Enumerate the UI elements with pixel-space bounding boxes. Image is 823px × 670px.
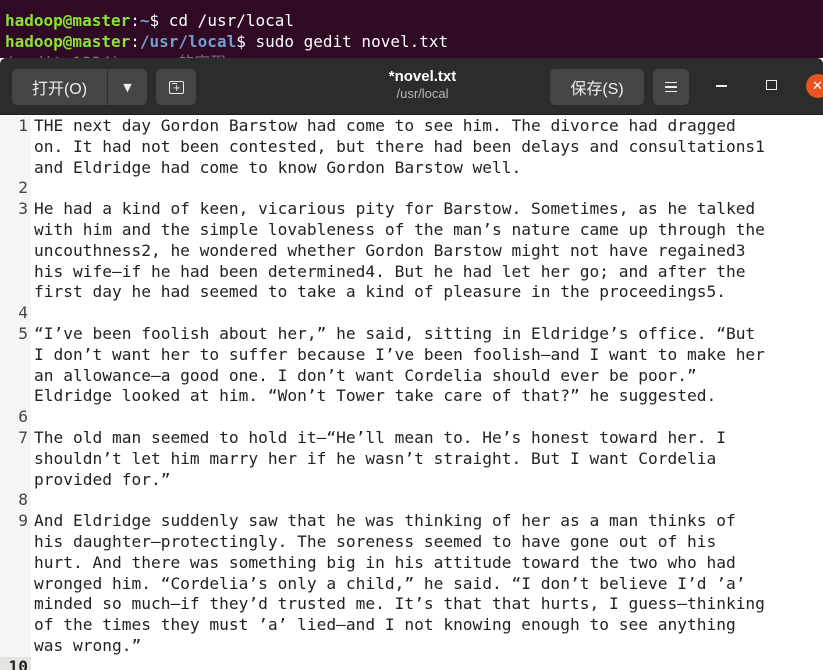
new-tab-button[interactable]: + [156, 69, 196, 105]
terminal-command: $ sudo gedit novel.txt [236, 32, 449, 51]
document-path: /usr/local [396, 86, 449, 101]
line-text-segment: and Eldridge had come to know Gordon Bar… [34, 157, 522, 177]
save-button[interactable]: 保存(S) [550, 69, 644, 105]
line-text-segment: first day he had seemed to take a kind o… [34, 282, 726, 302]
editor-line[interactable]: 10 [0, 656, 823, 670]
open-button-group: 打开(O) ▼ [12, 69, 147, 105]
terminal-line: hadoop@master:~$ cd /usr/local [5, 10, 823, 31]
open-recent-dropdown[interactable]: ▼ [108, 69, 147, 105]
line-text-segment: “I’ve been foolish about her,” he said, … [34, 323, 756, 343]
line-text-segment: of the times they must ’a’ lied—and I no… [34, 615, 736, 635]
headerbar: 打开(O) ▼ + *novel.txt /usr/local 保存(S) ✕ [0, 58, 823, 115]
open-button[interactable]: 打开(O) [12, 69, 108, 105]
close-icon: ✕ [812, 78, 823, 94]
terminal-user: hadoop@master [5, 32, 131, 51]
terminal-path: ~ [139, 11, 150, 30]
line-text-segment: I don’t want her to suffer because I’ve … [34, 344, 765, 364]
line-text-segment: And Eldridge suddenly saw that he was th… [34, 511, 736, 531]
line-text[interactable] [31, 657, 823, 670]
line-text-segment: THE next day Gordon Barstow had come to … [34, 116, 736, 135]
line-text-segment [34, 303, 823, 324]
editor-line[interactable]: 4 [0, 303, 823, 324]
editor-line[interactable]: 2 [0, 178, 823, 199]
line-text-segment: his daughter—protectingly. The soreness … [34, 531, 717, 551]
editor-line[interactable]: 5 “I’ve been foolish about her,” he said,… [0, 324, 823, 407]
line-number: 6 [18, 407, 28, 427]
line-text[interactable]: And Eldridge suddenly saw that he was th… [31, 511, 823, 657]
line-text-segment: uncouthness2, he wondered whether Gordon… [34, 240, 746, 260]
minimize-icon[interactable] [716, 85, 727, 87]
line-text-segment: his wife—if he had been determined4. But… [34, 261, 746, 281]
editor-line[interactable]: 6 [0, 407, 823, 428]
editor-line[interactable]: 1 THE next day Gordon Barstow had come to… [0, 116, 823, 178]
terminal-command: $ cd /usr/local [149, 11, 295, 30]
line-text-segment: Eldridge looked at him. “Won’t Tower tak… [34, 386, 717, 406]
line-text[interactable]: He had a kind of keen, vicarious pity fo… [31, 199, 823, 303]
terminal-sep: : [130, 32, 140, 51]
terminal-background: hadoop@master:~$ cd /usr/local hadoop@ma… [0, 0, 823, 62]
terminal-user: hadoop@master [5, 11, 131, 30]
line-text-segment: minded so much—if they’d trusted me. It’… [34, 594, 765, 614]
line-text-segment [34, 407, 823, 428]
line-number: 2 [18, 178, 28, 198]
line-number: 8 [18, 490, 28, 510]
main-menu-button[interactable] [653, 69, 689, 105]
line-number: 1 [18, 116, 28, 135]
line-text[interactable] [31, 178, 823, 199]
line-text-segment: wronged him. “Cordelia’s only a child,” … [34, 573, 746, 593]
text-editor[interactable]: 1 THE next day Gordon Barstow had come to… [0, 116, 823, 670]
line-text-segment: He had a kind of keen, vicarious pity fo… [34, 199, 756, 219]
line-text-segment: provided for.” [34, 469, 171, 489]
line-text-segment: with him and the simple lovableness of t… [34, 219, 765, 239]
line-text-segment [34, 657, 823, 670]
terminal-line: hadoop@master:/usr/local$ sudo gedit nov… [5, 31, 823, 52]
line-number: 5 [18, 323, 28, 343]
editor-line[interactable]: 8 [0, 490, 823, 511]
terminal-sep: : [130, 11, 140, 30]
chevron-down-icon: ▼ [123, 80, 132, 94]
editor-line[interactable]: 9 And Eldridge suddenly saw that he was t… [0, 511, 823, 657]
maximize-icon[interactable] [766, 80, 777, 90]
line-number: 10 [0, 656, 31, 670]
line-number: 3 [18, 199, 28, 219]
line-text[interactable]: The old man seemed to hold it—“He’ll mea… [31, 428, 823, 490]
line-text-segment: an allowance—a good one. I don’t want Co… [34, 365, 697, 385]
line-text-segment [34, 178, 823, 199]
line-text[interactable]: THE next day Gordon Barstow had come to … [31, 116, 823, 178]
line-number: 7 [18, 427, 28, 447]
line-text-segment: was wrong.” [34, 635, 142, 655]
line-text[interactable] [31, 303, 823, 324]
hamburger-menu-icon [665, 79, 677, 96]
gedit-window: 打开(O) ▼ + *novel.txt /usr/local 保存(S) ✕ … [0, 58, 823, 670]
line-number: 9 [18, 511, 28, 531]
line-text[interactable] [31, 490, 823, 511]
line-text-segment: on. It had not been contested, but there… [34, 136, 765, 156]
new-tab-icon: + [168, 80, 184, 94]
close-button[interactable]: ✕ [806, 74, 823, 98]
line-text-segment: hurt. And there was something big in his… [34, 552, 736, 572]
window-title-block: *novel.txt /usr/local [300, 67, 545, 102]
editor-line[interactable]: 3 He had a kind of keen, vicarious pity f… [0, 199, 823, 303]
document-title: *novel.txt [388, 68, 457, 85]
line-text-segment: The old man seemed to hold it—“He’ll mea… [34, 427, 726, 447]
editor-line[interactable]: 7 The old man seemed to hold it—“He’ll me… [0, 428, 823, 490]
terminal-path: /usr/local [139, 32, 237, 51]
line-text[interactable] [31, 407, 823, 428]
line-number: 4 [18, 303, 28, 323]
line-text-segment [34, 490, 823, 511]
line-text[interactable]: “I’ve been foolish about her,” he said, … [31, 324, 823, 407]
line-text-segment: shouldn’t let him marry her if he wasn’t… [34, 448, 717, 468]
